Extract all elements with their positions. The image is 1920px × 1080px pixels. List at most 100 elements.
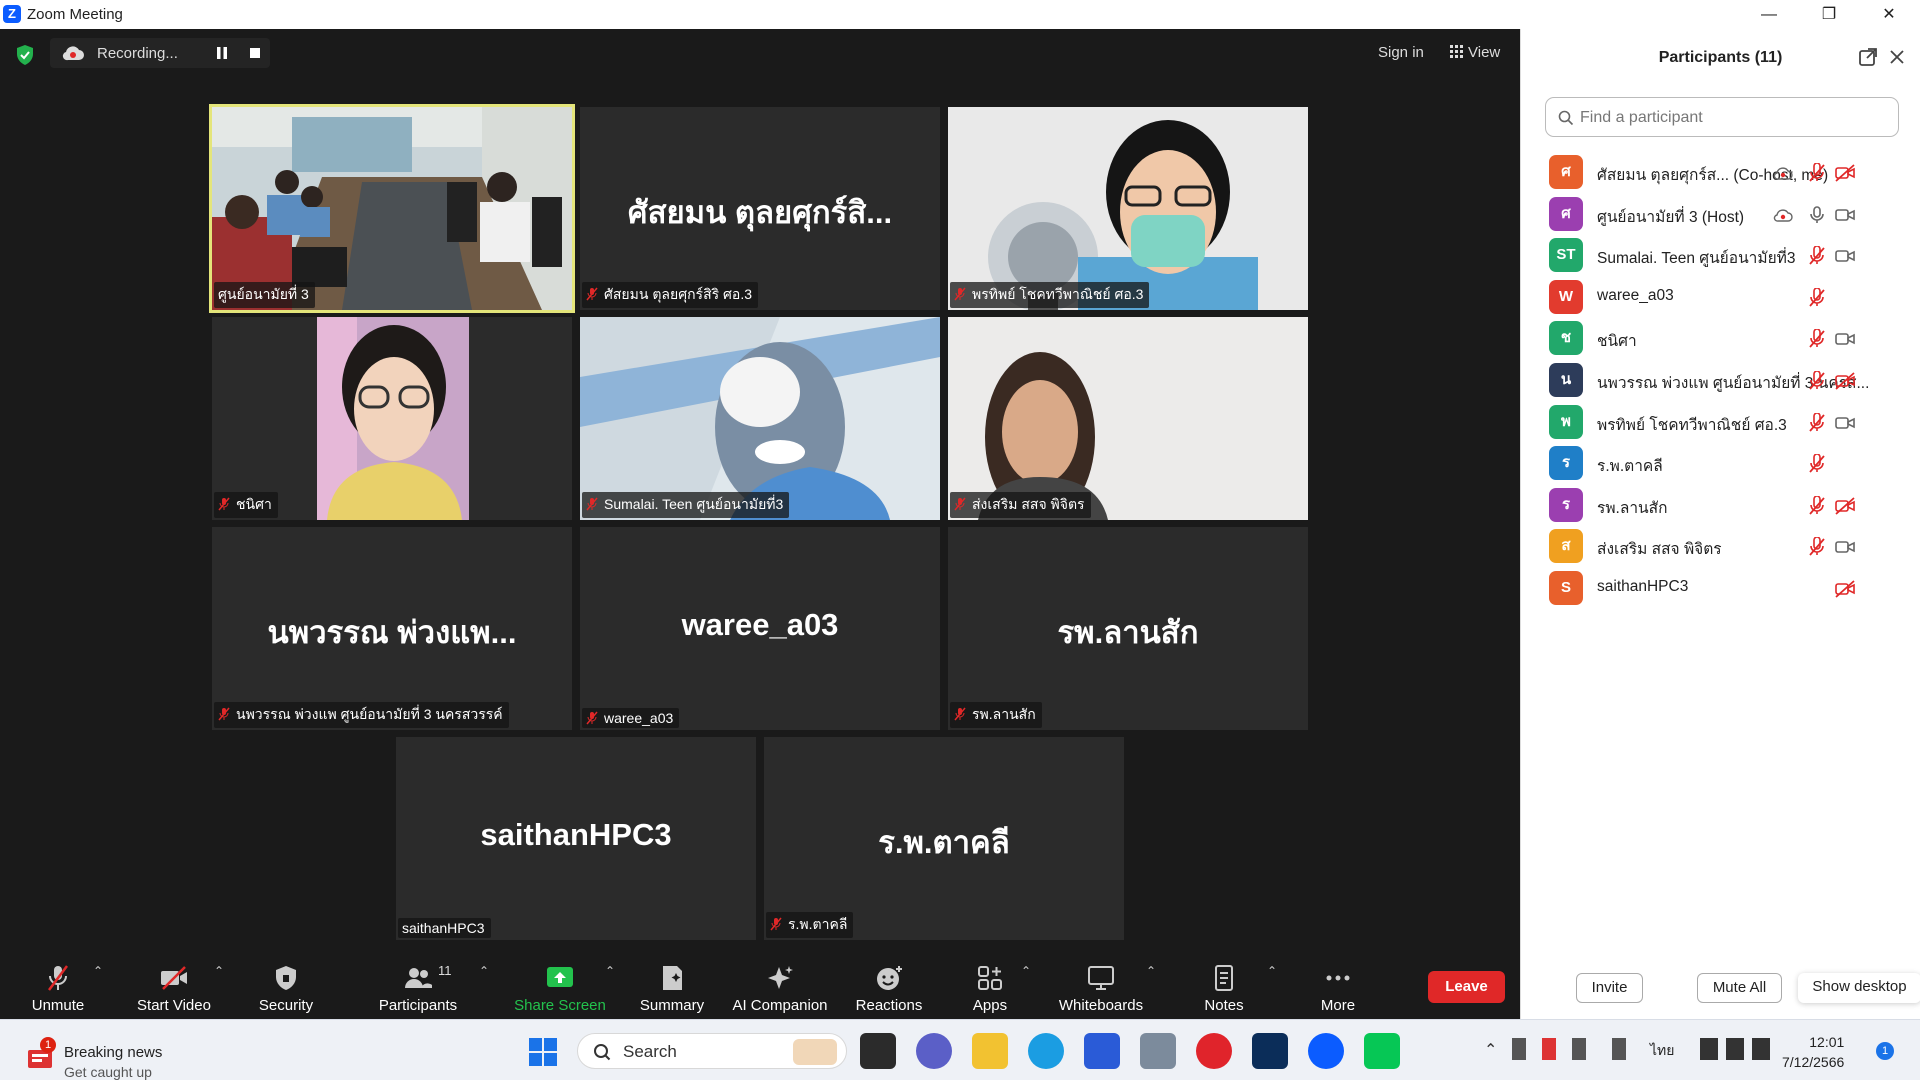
participant-video: [580, 317, 940, 520]
video-tile[interactable]: พรทิพย์ โชคทวีพาณิชย์ ศอ.3: [948, 107, 1308, 310]
participants-icon: [405, 968, 432, 988]
task-view-icon[interactable]: [860, 1033, 896, 1069]
video-tile[interactable]: ศัสยมน ตุลยศุกร์สิ... ศัสยมน ตุลยศุกร์สิ…: [580, 107, 940, 310]
reactions-button[interactable]: Reactions: [834, 954, 944, 1019]
muted-mic-icon[interactable]: [1807, 537, 1827, 557]
participants-count: 11: [438, 963, 452, 978]
tile-name-text: ศูนย์อนามัยที่ 3: [218, 286, 309, 302]
video-tile[interactable]: ชนิศา: [212, 317, 572, 520]
video-off-icon[interactable]: [1835, 371, 1855, 391]
video-tile[interactable]: ส่งเสริม สสจ พิจิตร: [948, 317, 1308, 520]
video-camera-icon[interactable]: [1835, 329, 1855, 349]
muted-mic-icon[interactable]: [1807, 412, 1827, 433]
video-camera-icon[interactable]: [1835, 246, 1855, 266]
windows-start-icon[interactable]: [528, 1037, 558, 1067]
summary-button[interactable]: Summary: [617, 954, 727, 1019]
edge-browser-icon[interactable]: [1028, 1033, 1064, 1069]
tray-icons[interactable]: [1512, 1038, 1662, 1060]
chevron-up-icon[interactable]: ⌃: [479, 964, 489, 978]
video-tile[interactable]: saithanHPC3 saithanHPC3: [396, 737, 756, 940]
pop-out-icon[interactable]: [1858, 47, 1878, 67]
file-explorer-icon[interactable]: [972, 1033, 1008, 1069]
whiteboards-button[interactable]: Whiteboards ⌃: [1046, 954, 1156, 1019]
tile-name-text: saithanHPC3: [402, 920, 485, 936]
microsoft-store-icon[interactable]: [1084, 1033, 1120, 1069]
mic-icon[interactable]: [1807, 205, 1827, 225]
video-tile[interactable]: Sumalai. Teen ศูนย์อนามัยที่3: [580, 317, 940, 520]
video-tile[interactable]: waree_a03 waree_a03: [580, 527, 940, 730]
video-tile[interactable]: ศูนย์อนามัยที่ 3: [209, 104, 575, 313]
video-tile[interactable]: ร.พ.ตาคลี ร.พ.ตาคลี: [764, 737, 1124, 940]
taskbar-search[interactable]: Search: [577, 1033, 847, 1069]
input-language[interactable]: ไทย: [1650, 1040, 1674, 1062]
start-video-button[interactable]: Start Video ⌃: [119, 954, 229, 1019]
stop-recording-icon[interactable]: [250, 48, 260, 58]
chevron-up-icon[interactable]: ⌃: [1146, 964, 1156, 978]
chevron-up-icon[interactable]: ⌃: [1021, 964, 1031, 978]
participant-name: ส่งเสริม สสจ พิจิตร: [1597, 541, 1722, 559]
apps-icon: [978, 966, 1002, 990]
apps-button[interactable]: Apps ⌃: [935, 954, 1045, 1019]
opera-browser-icon[interactable]: [1196, 1033, 1232, 1069]
video-tile[interactable]: นพวรรณ พ่วงแพ... นพวรรณ พ่วงแพ ศูนย์อนาม…: [212, 527, 572, 730]
muted-mic-icon[interactable]: [1807, 495, 1827, 516]
security-button[interactable]: Security: [231, 954, 341, 1019]
windows-taskbar: 1 Breaking news Get caught up Search ⌃ ไ…: [0, 1019, 1920, 1080]
video-off-icon[interactable]: [1835, 163, 1855, 183]
chevron-up-icon[interactable]: ⌃: [1484, 1040, 1497, 1060]
participant-name: ศัสยมน ตุลยศุกร์ส... (Co-host, me): [1597, 167, 1829, 184]
tile-name-text: รพ.ลานสัก: [972, 706, 1036, 722]
muted-mic-icon[interactable]: [1807, 371, 1827, 391]
show-desktop-button[interactable]: Show desktop: [1798, 973, 1920, 1003]
chevron-up-icon[interactable]: ⌃: [214, 964, 224, 978]
video-camera-icon[interactable]: [1835, 413, 1855, 433]
invite-button[interactable]: Invite: [1576, 973, 1643, 1003]
restore-button[interactable]: ❐: [1806, 2, 1852, 28]
ai-companion-button[interactable]: AI Companion: [725, 954, 835, 1019]
participant-video: [948, 107, 1308, 310]
share-screen-button[interactable]: Share Screen ⌃: [505, 954, 615, 1019]
muted-mic-icon[interactable]: [1807, 454, 1827, 474]
video-tile[interactable]: รพ.ลานสัก รพ.ลานสัก: [948, 527, 1308, 730]
participants-button[interactable]: 11 Participants ⌃: [363, 954, 489, 1019]
unmute-button[interactable]: Unmute ⌃: [3, 954, 113, 1019]
muted-mic-icon[interactable]: [1807, 329, 1827, 349]
muted-mic-icon: [954, 707, 966, 721]
clock-date: 7/12/2566: [1782, 1054, 1845, 1070]
teams-chat-icon[interactable]: [916, 1033, 952, 1069]
muted-mic-icon[interactable]: [1807, 163, 1827, 183]
reactions-label: Reactions: [855, 997, 923, 1014]
notification-badge[interactable]: 1: [1876, 1042, 1894, 1060]
encryption-shield-icon[interactable]: [13, 43, 37, 67]
video-off-icon[interactable]: [1835, 579, 1855, 599]
notes-button[interactable]: Notes ⌃: [1169, 954, 1279, 1019]
muted-mic-icon[interactable]: [1807, 246, 1827, 266]
tile-display-name: saithanHPC3: [480, 817, 672, 852]
video-camera-icon[interactable]: [1835, 205, 1855, 225]
zoom-taskbar-icon[interactable]: [1308, 1033, 1344, 1069]
mute-all-button[interactable]: Mute All: [1697, 973, 1782, 1003]
webex-icon[interactable]: [1252, 1033, 1288, 1069]
close-window-button[interactable]: ✕: [1866, 2, 1912, 28]
video-off-icon[interactable]: [1835, 496, 1855, 516]
leave-button[interactable]: Leave: [1428, 971, 1505, 1003]
sign-in-link[interactable]: Sign in: [1378, 44, 1424, 61]
network-sound-battery-icons[interactable]: [1700, 1038, 1770, 1060]
chevron-up-icon[interactable]: ⌃: [93, 964, 103, 978]
chevron-up-icon[interactable]: ⌃: [605, 964, 615, 978]
participant-name: ศูนย์อนามัยที่ 3 (Host): [1597, 208, 1745, 226]
chevron-up-icon[interactable]: ⌃: [1267, 964, 1277, 978]
muted-mic-icon[interactable]: [1807, 287, 1827, 308]
participant-search-input[interactable]: Find a participant: [1545, 97, 1899, 137]
line-app-icon[interactable]: [1364, 1033, 1400, 1069]
close-panel-icon[interactable]: [1889, 49, 1905, 65]
system-clock[interactable]: 12:01 7/12/2566: [1782, 1032, 1844, 1072]
minimize-button[interactable]: —: [1746, 2, 1792, 28]
view-button[interactable]: View: [1450, 44, 1500, 61]
pause-recording-icon[interactable]: [216, 47, 228, 59]
app-icon[interactable]: [1140, 1033, 1176, 1069]
more-button[interactable]: More: [1283, 954, 1393, 1019]
video-camera-icon[interactable]: [1835, 537, 1855, 557]
tile-name-text: Sumalai. Teen ศูนย์อนามัยที่3: [604, 496, 784, 512]
participant-row[interactable]: SsaithanHPC3: [1521, 563, 1920, 614]
